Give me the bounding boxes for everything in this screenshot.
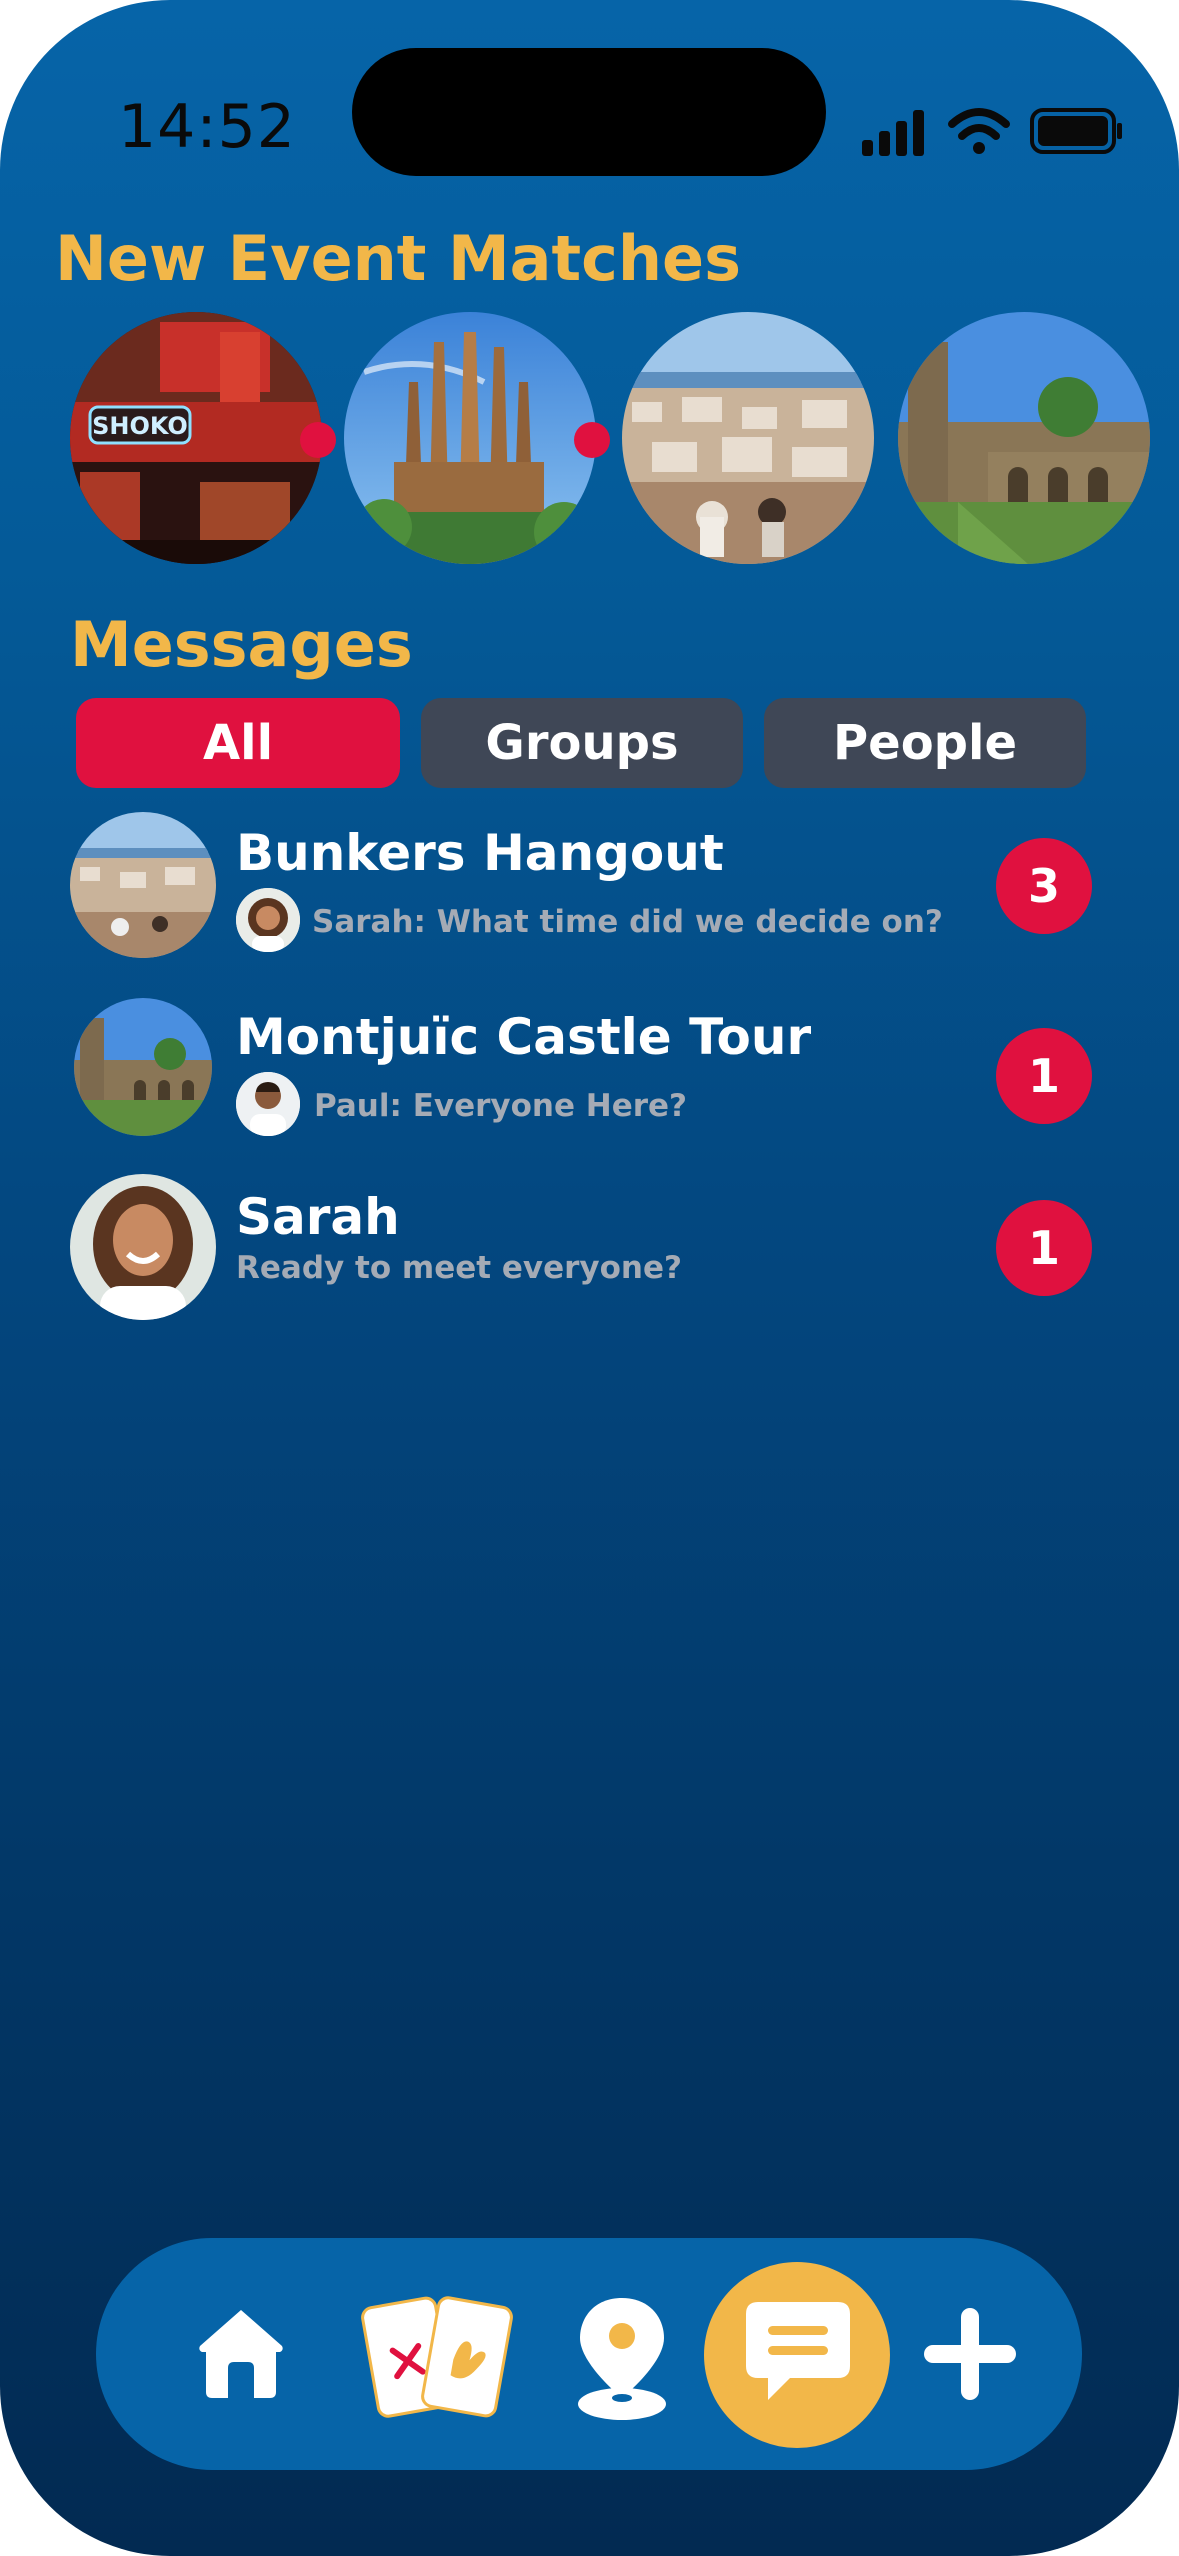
unread-count-badge: 1 — [996, 1028, 1092, 1124]
shoko-sign-text: SHOKO — [92, 412, 188, 440]
paul-mini-avatar — [236, 1072, 300, 1136]
conversation-bunkers-hangout[interactable]: Bunkers Hangout Sarah: What time did we … — [70, 812, 1110, 962]
matches-row: SHOKO — [70, 312, 1179, 568]
status-icons — [862, 108, 1122, 156]
group-avatar — [74, 998, 212, 1136]
tab-groups[interactable]: Groups — [421, 698, 743, 788]
unread-count-badge: 3 — [996, 838, 1092, 934]
match-bunkers-city-view[interactable] — [622, 312, 874, 564]
home-icon[interactable] — [196, 2304, 286, 2400]
messages-title: Messages — [70, 608, 413, 681]
sarah-mini-avatar — [236, 888, 300, 952]
conversation-montjuic-castle-tour[interactable]: Montjuïc Castle Tour Paul: Everyone Here… — [70, 998, 1110, 1148]
matches-title: New Event Matches — [55, 222, 741, 295]
message-tabs: All Groups People — [76, 698, 1086, 788]
sagrada-familia-photo — [344, 312, 596, 564]
plus-icon[interactable] — [920, 2304, 1020, 2404]
tab-all[interactable]: All — [76, 698, 400, 788]
shoko-restaurant-photo: SHOKO — [70, 312, 322, 564]
map-pin-icon[interactable] — [574, 2294, 670, 2424]
wifi-icon — [948, 108, 1010, 154]
conversation-name: Sarah — [236, 1188, 400, 1246]
status-time: 14:52 — [118, 92, 296, 162]
unread-dot — [574, 422, 610, 458]
group-avatar — [70, 812, 216, 958]
conversation-preview: Sarah: What time did we decide on? — [312, 904, 943, 940]
unread-dot — [300, 422, 336, 458]
bunkers-city-view-photo — [622, 312, 874, 564]
battery-icon — [1030, 108, 1122, 154]
chat-icon — [746, 2302, 850, 2400]
phone-screen: 14:52 New Event Matches SHOKO Messages A… — [0, 0, 1179, 2556]
conversation-name: Montjuïc Castle Tour — [236, 1008, 812, 1066]
montjuic-castle-photo — [898, 312, 1150, 564]
conversation-preview: Ready to meet everyone? — [236, 1250, 683, 1286]
signal-icon — [862, 110, 924, 156]
conversation-name: Bunkers Hangout — [236, 824, 724, 882]
sarah-avatar — [70, 1174, 216, 1320]
tab-people[interactable]: People — [764, 698, 1086, 788]
unread-count-badge: 1 — [996, 1200, 1092, 1296]
conversation-sarah[interactable]: Sarah Ready to meet everyone? 1 — [70, 1174, 1110, 1324]
swipe-cards-icon[interactable] — [358, 2292, 518, 2422]
match-montjuic-castle[interactable] — [898, 312, 1150, 564]
bottom-nav — [96, 2238, 1082, 2470]
chat-tab-active[interactable] — [704, 2262, 890, 2448]
conversation-preview: Paul: Everyone Here? — [314, 1088, 688, 1124]
match-shoko-restaurant[interactable]: SHOKO — [70, 312, 322, 564]
dynamic-island — [352, 48, 826, 176]
match-sagrada-familia[interactable] — [344, 312, 596, 564]
